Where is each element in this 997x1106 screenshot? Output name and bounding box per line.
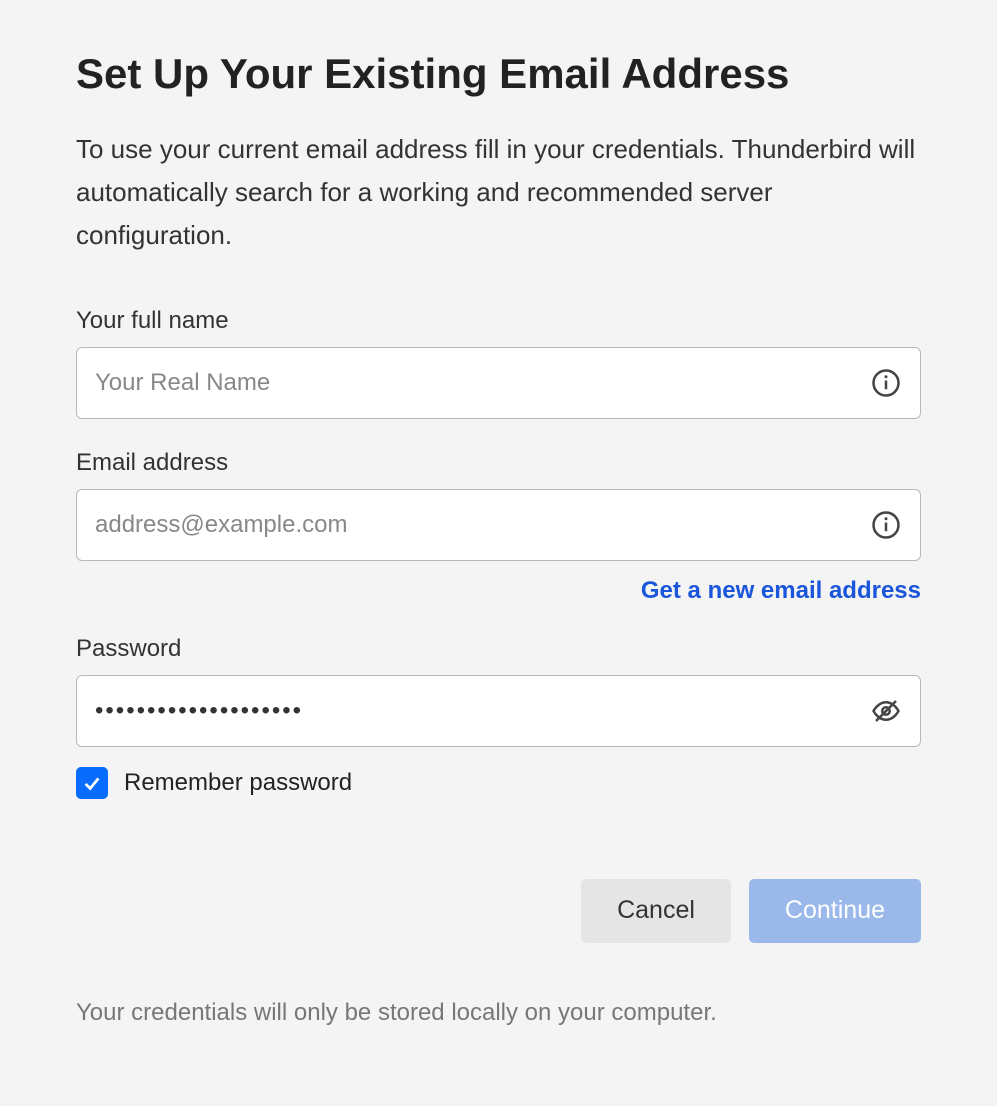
password-label: Password	[76, 635, 921, 663]
name-input[interactable]	[76, 347, 921, 419]
name-field-group: Your full name	[76, 307, 921, 419]
footer-note: Your credentials will only be stored loc…	[76, 999, 921, 1027]
info-icon[interactable]	[869, 508, 903, 542]
remember-checkbox[interactable]	[76, 767, 108, 799]
eye-off-icon[interactable]	[869, 694, 903, 728]
page-subtitle: To use your current email address fill i…	[76, 128, 921, 257]
email-input[interactable]	[76, 489, 921, 561]
password-input-wrap	[76, 675, 921, 747]
remember-row: Remember password	[76, 767, 921, 799]
name-input-wrap	[76, 347, 921, 419]
password-field-group: Password	[76, 635, 921, 747]
page-title: Set Up Your Existing Email Address	[76, 50, 921, 98]
email-field-group: Email address Get a new email address	[76, 449, 921, 605]
cancel-button[interactable]: Cancel	[581, 879, 731, 943]
remember-label: Remember password	[124, 769, 352, 797]
password-input[interactable]	[76, 675, 921, 747]
email-input-wrap	[76, 489, 921, 561]
new-email-link[interactable]: Get a new email address	[641, 577, 921, 605]
button-row: Cancel Continue	[76, 879, 921, 943]
email-label: Email address	[76, 449, 921, 477]
name-label: Your full name	[76, 307, 921, 335]
new-email-link-row: Get a new email address	[76, 577, 921, 605]
info-icon[interactable]	[869, 366, 903, 400]
continue-button[interactable]: Continue	[749, 879, 921, 943]
